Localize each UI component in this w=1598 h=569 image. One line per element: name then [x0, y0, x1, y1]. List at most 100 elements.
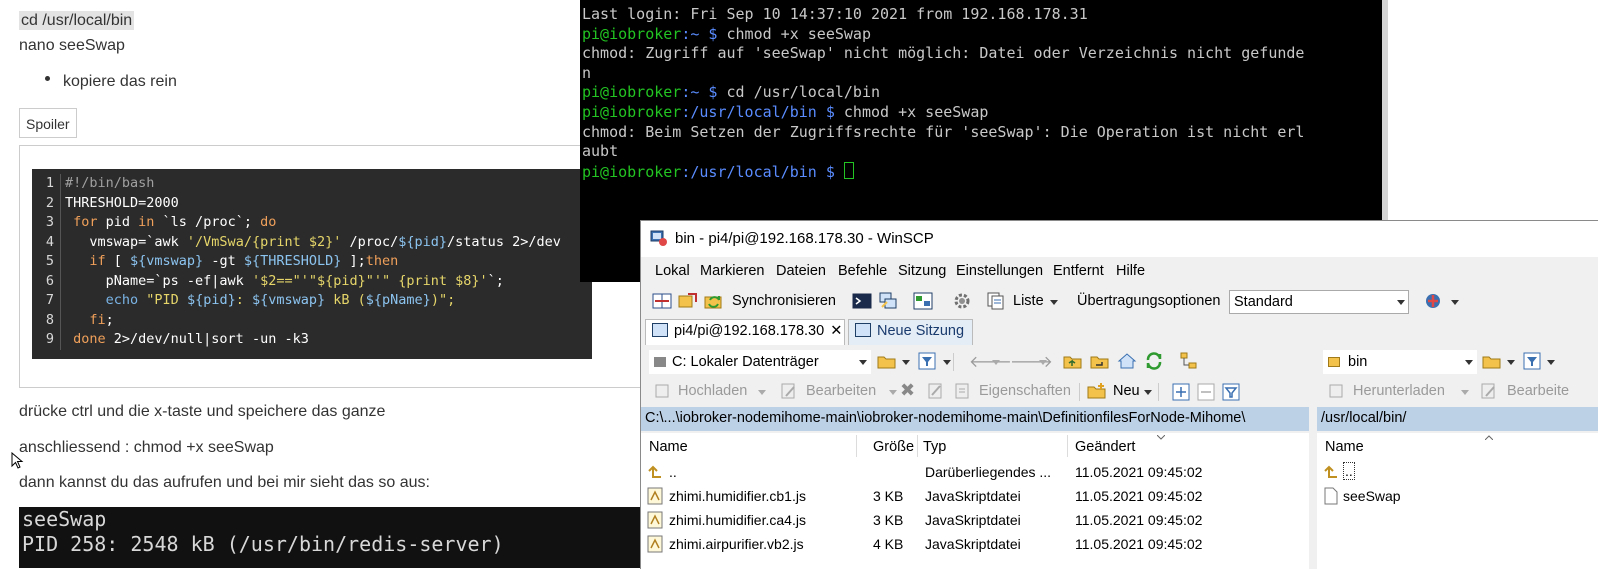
edit-button[interactable]: Bearbeiten [806, 383, 876, 399]
queue-icon[interactable] [913, 291, 933, 311]
filter-dropdown-icon[interactable] [943, 360, 951, 365]
sort-desc-chevron-icon [1157, 435, 1165, 440]
remote-filter-dropdown-icon[interactable] [1547, 360, 1555, 365]
sync-browse-icon[interactable] [678, 291, 698, 311]
file-row[interactable]: .. Darüberliegendes ... 11.05.2021 09:45… [641, 461, 1309, 485]
upload-button[interactable]: Hochladen [678, 383, 747, 399]
spoiler-button[interactable]: Spoiler [19, 108, 77, 138]
list-dropdown-arrow-icon[interactable] [1050, 300, 1058, 305]
menu-hilfe[interactable]: Hilfe [1116, 263, 1145, 279]
remote-file-list[interactable]: Name .. seeSwap [1317, 433, 1598, 569]
post-line-result: dann kannst du das aufrufen und bei mir … [19, 474, 430, 491]
new-button[interactable]: Neu [1113, 383, 1140, 399]
transfer-select-chevron-icon[interactable] [1397, 300, 1405, 305]
remote-folder-chevron-icon[interactable] [1465, 360, 1473, 365]
preferences-gear-icon[interactable] [952, 291, 972, 311]
local-drive-select[interactable]: C: Lokaler Datenträger [649, 350, 871, 374]
drive-icon [654, 357, 666, 367]
upload-icon[interactable] [653, 381, 673, 401]
tree-view-icon[interactable] [1179, 351, 1199, 371]
menu-sitzung[interactable]: Sitzung [898, 263, 946, 279]
file-row[interactable]: zhimi.humidifier.cb1.js 3 KB JavaSkriptd… [641, 485, 1309, 509]
sites-dropdown-arrow-icon[interactable] [1451, 300, 1459, 305]
remote-file-row[interactable]: .. [1317, 461, 1598, 485]
file-row[interactable]: zhimi.airpurifier.vb2.js 4 KB JavaSkript… [641, 533, 1309, 557]
local-path-bar[interactable]: C:\...\iobroker-nodemihome-main\iobroker… [641, 407, 1309, 431]
properties-button[interactable]: Eigenschaften [979, 383, 1071, 399]
remote-open-dropdown-icon[interactable] [1507, 360, 1515, 365]
drive-select-chevron-icon[interactable] [859, 360, 867, 365]
unselect-minus-icon[interactable] [1196, 382, 1216, 402]
sites-manager-icon[interactable] [1424, 291, 1444, 311]
edit-dropdown-icon[interactable] [889, 390, 897, 395]
terminal-cursor [843, 161, 854, 179]
col-name-header[interactable]: Name [649, 439, 688, 455]
root-dir-icon[interactable] [1090, 351, 1110, 371]
open-folder-icon[interactable] [877, 351, 897, 371]
transfer-options-select[interactable]: Standard [1229, 290, 1409, 314]
mini-term-line: seeSwap [22, 507, 107, 531]
remote-filter-icon[interactable] [1522, 351, 1542, 371]
file-row[interactable]: zhimi.humidifier.ca4.js 3 KB JavaSkriptd… [641, 509, 1309, 533]
remote-folder-select[interactable]: bin [1323, 350, 1477, 374]
col-separator [1067, 435, 1068, 457]
edit-pencil-icon[interactable] [779, 381, 799, 401]
session-tabs: pi4/pi@192.168.178.30 ✕ Neue Sitzung [641, 317, 1598, 345]
putty-icon[interactable] [878, 291, 898, 311]
col-changed-header[interactable]: Geändert [1075, 439, 1135, 455]
back-dropdown-icon[interactable] [992, 360, 1000, 365]
delete-x-icon[interactable]: ✖ [900, 380, 915, 401]
download-icon[interactable] [1327, 381, 1347, 401]
select-plus-icon[interactable] [1171, 382, 1191, 402]
upload-dropdown-icon[interactable] [758, 390, 766, 395]
compare-dirs-icon[interactable] [652, 291, 672, 311]
col-type-header[interactable]: Typ [923, 439, 946, 455]
title-bar[interactable]: bin - pi4/pi@192.168.178.30 - WinSCP [641, 221, 1598, 257]
filter-select-icon[interactable] [1221, 382, 1241, 402]
remote-path-bar[interactable]: /usr/local/bin/ [1317, 407, 1598, 431]
menu-befehle[interactable]: Befehle [838, 263, 887, 279]
output-terminal-snippet: seeSwap PID 258: 2548 kB (/usr/bin/redis… [19, 507, 640, 568]
home-icon[interactable] [1117, 351, 1137, 371]
terminal-line: pi@iobroker:~ $ chmod +x seeSwap [582, 24, 871, 43]
new-folder-icon[interactable] [1087, 381, 1107, 401]
open-folder-dropdown-icon[interactable] [902, 360, 910, 365]
forward-dropdown-icon[interactable] [1039, 360, 1047, 365]
properties-icon[interactable] [953, 381, 973, 401]
new-dropdown-icon[interactable] [1144, 390, 1152, 395]
list-view-icon[interactable] [986, 291, 1006, 311]
filter-icon[interactable] [917, 351, 937, 371]
tab-close-icon[interactable]: ✕ [830, 323, 842, 339]
menu-einstellungen[interactable]: Einstellungen [956, 263, 1043, 279]
rename-icon[interactable] [926, 381, 946, 401]
terminal-line: chmod: Zugriff auf 'seeSwap' nicht mögli… [582, 44, 1305, 63]
remote-edit-icon[interactable] [1479, 381, 1499, 401]
tab-session[interactable]: pi4/pi@192.168.178.30 ✕ [645, 319, 845, 345]
code-line: 2 THRESHOLD=2000 [32, 193, 179, 213]
synchronize-icon[interactable] [704, 291, 724, 311]
code-line: 3 for pid in `ls /proc`; do [32, 213, 276, 233]
menu-lokal[interactable]: Lokal [655, 263, 690, 279]
synchronize-button[interactable]: Synchronisieren [732, 293, 836, 309]
menu-dateien[interactable]: Dateien [776, 263, 826, 279]
local-file-list[interactable]: Name Größe Typ Geändert .. Darüberliegen… [641, 433, 1309, 569]
toolbar-divider [1079, 383, 1080, 401]
tab-new-session[interactable]: Neue Sitzung [848, 319, 973, 345]
download-dropdown-icon[interactable] [1461, 390, 1469, 395]
pane-splitter[interactable] [1309, 345, 1317, 569]
menu-entfernt[interactable]: Entfernt [1053, 263, 1104, 279]
col-size-header[interactable]: Größe [873, 439, 914, 455]
download-button[interactable]: Herunterladen [1353, 383, 1445, 399]
remote-open-folder-icon[interactable] [1482, 351, 1502, 371]
remote-col-name-header[interactable]: Name [1325, 439, 1364, 455]
back-arrow-icon[interactable]: 🡐 [969, 351, 1012, 372]
menu-markieren[interactable]: Markieren [700, 263, 764, 279]
remote-file-row[interactable]: seeSwap [1317, 485, 1598, 509]
console-icon[interactable] [852, 291, 872, 311]
remote-file-toolbar: Herunterladen Bearbeite [1317, 377, 1598, 407]
remote-edit-button[interactable]: Bearbeite [1507, 383, 1569, 399]
terminal-line: n [582, 63, 592, 82]
refresh-icon[interactable] [1144, 351, 1164, 371]
parent-dir-icon[interactable] [1063, 351, 1083, 371]
list-view-button[interactable]: Liste [1013, 293, 1044, 309]
